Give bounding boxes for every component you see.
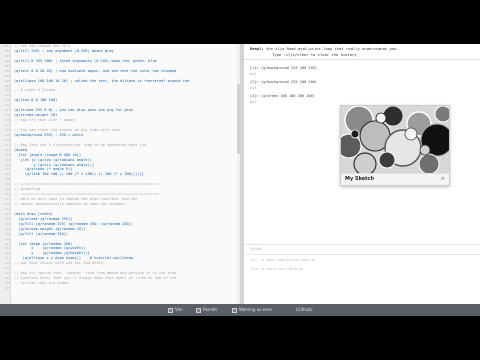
repl-entry[interactable]: [1]> (q/background 255 200 255)	[250, 66, 317, 70]
sketch-window[interactable]: My Sketch ×	[340, 105, 450, 186]
paredit-toggle[interactable]: Paredit	[196, 306, 217, 314]
line-number: 150	[4, 285, 10, 290]
github-link[interactable]: (Github)	[296, 306, 313, 314]
paredit-label: Paredit	[203, 307, 217, 312]
status-bar: Vim Paredit Warning as error (Github)	[0, 304, 480, 316]
vim-label: Vim	[175, 307, 183, 312]
repl-input-text: (q/background 255 200 255)	[260, 66, 318, 70]
warning-label: Warning as error	[239, 307, 273, 312]
sketch-canvas[interactable]	[341, 106, 449, 174]
vim-toggle[interactable]: Vim	[168, 306, 183, 314]
code-lines: 101;; You can change the fill 102 (q/fill …	[0, 44, 240, 291]
sketch-title-bar: My Sketch ×	[341, 173, 449, 185]
checkbox-icon	[232, 307, 237, 313]
repl-entry[interactable]: [2]> (q/background 255 200 200)	[250, 80, 317, 84]
repl-entry[interactable]: [3]> (q/green 100 100 200 200)	[250, 94, 315, 98]
repl-result: nil	[250, 100, 257, 104]
close-icon[interactable]: ×	[441, 176, 445, 182]
repl-panel: Reepl: the clje Read-eval-print-loop tha…	[244, 44, 480, 316]
repl-prompt: [2]>	[250, 80, 261, 84]
repl-input-text: (q/green 100 100 200 200)	[260, 94, 315, 98]
repl-tagline: the clje Read-eval-print-loop that reall…	[263, 46, 399, 51]
repl-hint-help: This is where more help go	[250, 267, 304, 271]
code-line[interactable]: 150	[0, 286, 240, 291]
sketch-title: My Sketch	[345, 176, 375, 182]
repl-prompt: [1]>	[250, 66, 261, 70]
repl-title: Reepl:	[250, 46, 264, 51]
warning-as-error-toggle[interactable]: Warning as error	[232, 306, 272, 314]
repl-result: nil	[250, 72, 257, 76]
app-window: 101;; You can change the fill 102 (q/fill …	[0, 44, 480, 316]
repl-input-text: (q/background 255 200 200)	[260, 80, 318, 84]
repl-result: nil	[250, 86, 257, 90]
repl-input[interactable]: Ctrl to show completions when on This is…	[244, 254, 480, 294]
checkbox-icon	[196, 307, 201, 313]
repl-header: Reepl: the clje Read-eval-print-loop tha…	[244, 44, 480, 60]
checkbox-icon	[168, 307, 173, 313]
code-editor[interactable]: 101;; You can change the fill 102 (q/fill …	[0, 44, 240, 316]
repl-history-counter: [4/4]>	[250, 247, 263, 251]
repl-prompt: [3]>	[250, 94, 261, 98]
repl-divider	[244, 244, 480, 245]
repl-hint-completions: Ctrl to show completions when on	[250, 258, 316, 262]
repl-subheader: Type :cljs/clear to clear the history	[272, 51, 357, 57]
